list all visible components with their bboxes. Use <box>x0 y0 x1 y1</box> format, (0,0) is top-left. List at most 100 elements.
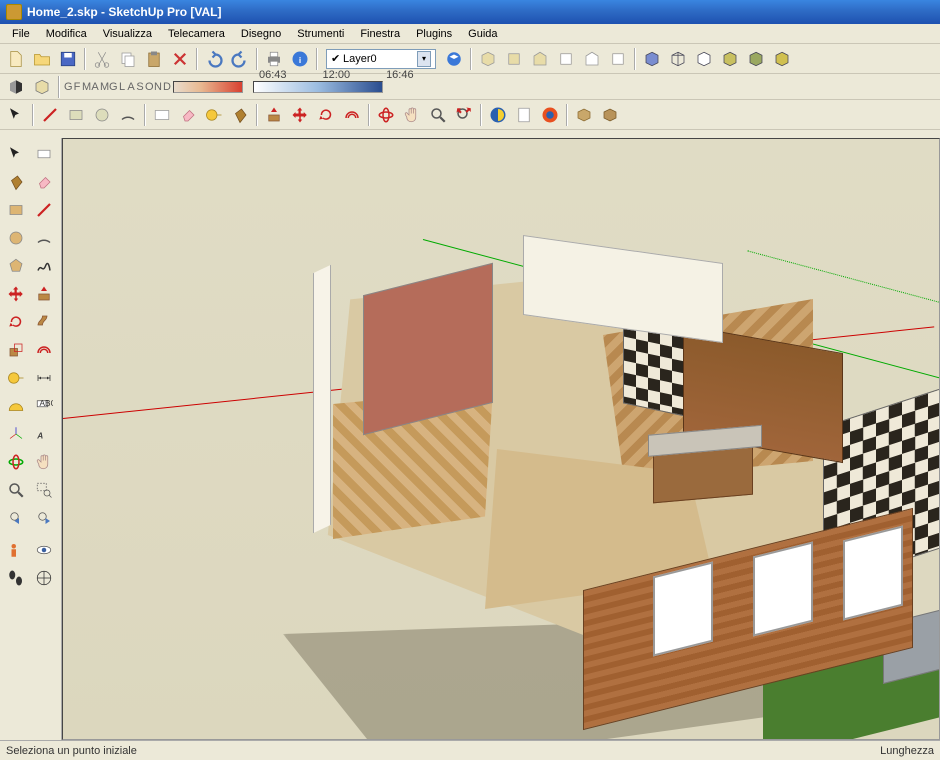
menu-edit[interactable]: Modifica <box>38 26 95 42</box>
date-slider[interactable] <box>173 81 243 93</box>
walk-icon[interactable] <box>3 565 29 591</box>
open-file-icon[interactable] <box>30 47 54 71</box>
get-photo-texture-icon[interactable] <box>538 103 562 127</box>
orbit-icon[interactable] <box>3 449 29 475</box>
back-view-icon[interactable] <box>580 47 604 71</box>
offset-icon[interactable] <box>31 337 57 363</box>
tape-measure-icon[interactable] <box>202 103 226 127</box>
scale-icon[interactable] <box>3 337 29 363</box>
iso-view-icon[interactable] <box>476 47 500 71</box>
time-slider[interactable] <box>253 81 383 93</box>
look-around-icon[interactable] <box>31 537 57 563</box>
rectangle-tool-icon[interactable] <box>64 103 88 127</box>
top-view-icon[interactable] <box>502 47 526 71</box>
eraser-icon[interactable] <box>176 103 200 127</box>
3d-text-icon[interactable]: A <box>31 421 57 447</box>
new-file-icon[interactable] <box>4 47 28 71</box>
sandbox-box-icon[interactable] <box>572 103 596 127</box>
rotate-icon[interactable] <box>314 103 338 127</box>
rotate-icon[interactable] <box>3 309 29 335</box>
paint-bucket-icon[interactable] <box>228 103 252 127</box>
menu-file[interactable]: File <box>4 26 38 42</box>
wireframe-icon[interactable] <box>666 47 690 71</box>
make-component-icon[interactable] <box>31 141 57 167</box>
make-component-icon[interactable] <box>150 103 174 127</box>
undo-icon[interactable] <box>202 47 226 71</box>
menu-help[interactable]: Guida <box>460 26 505 42</box>
menubar: File Modifica Visualizza Telecamera Dise… <box>0 24 940 44</box>
layer-dropdown[interactable]: ✔ Layer0 ▾ <box>326 49 436 69</box>
freehand-icon[interactable] <box>31 253 57 279</box>
pan-icon[interactable] <box>31 449 57 475</box>
menu-window[interactable]: Finestra <box>352 26 408 42</box>
section-plane-icon[interactable] <box>31 565 57 591</box>
protractor-icon[interactable] <box>3 393 29 419</box>
separator <box>566 104 568 126</box>
zoom-icon[interactable] <box>3 477 29 503</box>
house-model[interactable] <box>223 189 923 709</box>
sandbox-box2-icon[interactable] <box>598 103 622 127</box>
text-label-icon[interactable]: ABC <box>31 393 57 419</box>
right-view-icon[interactable] <box>554 47 578 71</box>
arc-tool-icon[interactable] <box>116 103 140 127</box>
offset-icon[interactable] <box>340 103 364 127</box>
paint-bucket-icon[interactable] <box>3 169 29 195</box>
push-pull-icon[interactable] <box>31 281 57 307</box>
rectangle-icon[interactable] <box>3 197 29 223</box>
circle-tool-icon[interactable] <box>90 103 114 127</box>
copy-icon[interactable] <box>116 47 140 71</box>
share-model-icon[interactable] <box>512 103 536 127</box>
circle-icon[interactable] <box>3 225 29 251</box>
window-2 <box>753 542 813 637</box>
menu-tools[interactable]: Strumenti <box>289 26 352 42</box>
eraser-icon[interactable] <box>31 169 57 195</box>
layers-manager-icon[interactable] <box>442 47 466 71</box>
delete-icon[interactable] <box>168 47 192 71</box>
follow-me-icon[interactable] <box>31 309 57 335</box>
position-camera-icon[interactable] <box>3 537 29 563</box>
shaded-icon[interactable] <box>718 47 742 71</box>
menu-plugins[interactable]: Plugins <box>408 26 460 42</box>
select-arrow-icon[interactable] <box>4 103 28 127</box>
arc-icon[interactable] <box>31 225 57 251</box>
move-icon[interactable] <box>288 103 312 127</box>
zoom-icon[interactable] <box>426 103 450 127</box>
get-models-icon[interactable] <box>486 103 510 127</box>
chevron-down-icon[interactable]: ▾ <box>417 51 431 67</box>
line-tool-icon[interactable] <box>38 103 62 127</box>
paste-icon[interactable] <box>142 47 166 71</box>
next-icon[interactable] <box>31 505 57 531</box>
monochrome-icon[interactable] <box>770 47 794 71</box>
polygon-icon[interactable] <box>3 253 29 279</box>
shaded-textures-icon[interactable] <box>744 47 768 71</box>
separator <box>58 76 60 98</box>
dimensions-icon[interactable] <box>31 365 57 391</box>
tape-measure-icon[interactable] <box>3 365 29 391</box>
left-view-icon[interactable] <box>606 47 630 71</box>
separator <box>634 48 636 70</box>
pan-icon[interactable] <box>400 103 424 127</box>
axes-icon[interactable] <box>3 421 29 447</box>
select-icon[interactable] <box>3 141 29 167</box>
cut-icon[interactable] <box>90 47 114 71</box>
zoom-window-icon[interactable] <box>31 477 57 503</box>
shadow-toggle-icon[interactable] <box>4 75 28 99</box>
front-view-icon[interactable] <box>528 47 552 71</box>
previous-icon[interactable] <box>3 505 29 531</box>
menu-draw[interactable]: Disegno <box>233 26 289 42</box>
move-icon[interactable] <box>3 281 29 307</box>
push-pull-icon[interactable] <box>262 103 286 127</box>
line-icon[interactable] <box>31 197 57 223</box>
menu-camera[interactable]: Telecamera <box>160 26 233 42</box>
hidden-line-icon[interactable] <box>692 47 716 71</box>
save-icon[interactable] <box>56 47 80 71</box>
print-icon[interactable] <box>262 47 286 71</box>
shadow-cube-icon[interactable] <box>30 75 54 99</box>
menu-view[interactable]: Visualizza <box>95 26 160 42</box>
3d-viewport[interactable] <box>62 138 940 740</box>
xray-icon[interactable] <box>640 47 664 71</box>
redo-icon[interactable] <box>228 47 252 71</box>
orbit-icon[interactable] <box>374 103 398 127</box>
model-info-icon[interactable]: i <box>288 47 312 71</box>
zoom-extents-icon[interactable] <box>452 103 476 127</box>
